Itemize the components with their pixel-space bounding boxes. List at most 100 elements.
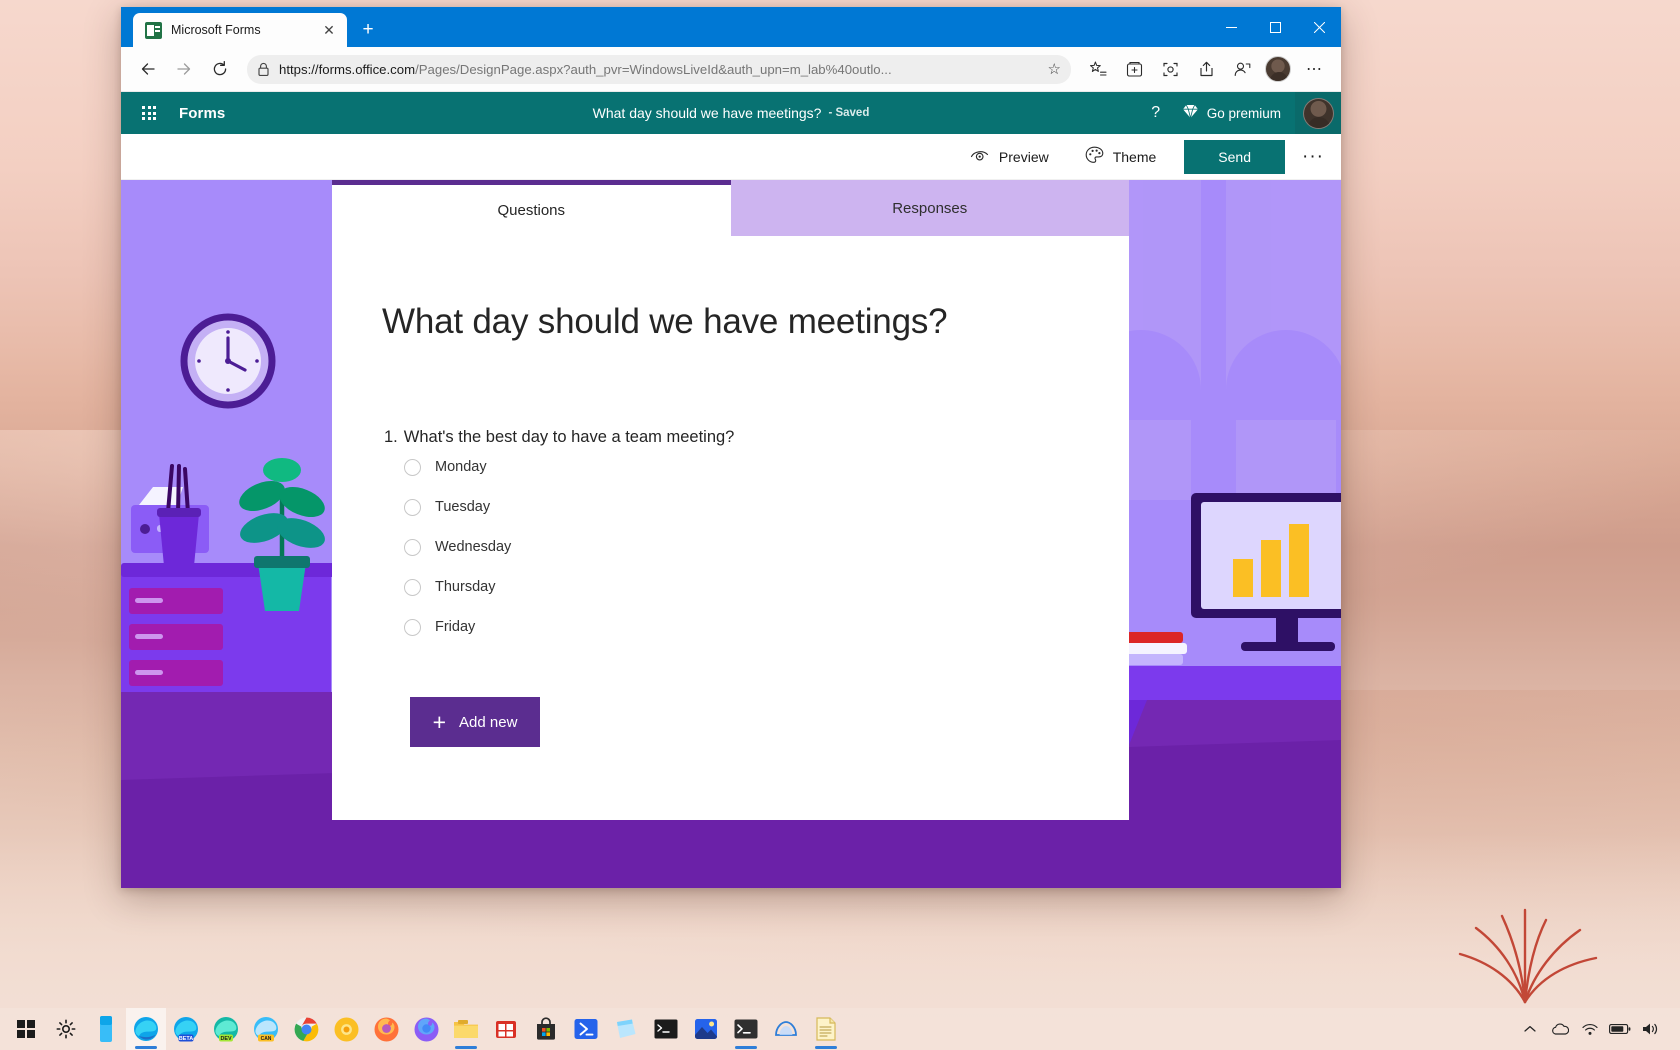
share-icon[interactable]	[1189, 52, 1223, 86]
screenshot-icon[interactable]	[1153, 52, 1187, 86]
form-card-body: What day should we have meetings? 1. Wha…	[332, 236, 1129, 820]
notepad-icon[interactable]	[806, 1008, 846, 1050]
microsoft-edge-canary-icon[interactable]: CAN	[246, 1008, 286, 1050]
form-heading[interactable]: What day should we have meetings?	[332, 302, 1129, 342]
window-controls	[1209, 7, 1341, 47]
svg-text:BETA: BETA	[179, 1036, 193, 1042]
network-icon[interactable]	[1576, 1008, 1604, 1050]
settings-icon[interactable]	[46, 1008, 86, 1050]
start-button[interactable]	[6, 1008, 46, 1050]
minimize-button[interactable]	[1209, 10, 1253, 44]
option-row[interactable]: Monday	[404, 447, 1079, 487]
tab-responses[interactable]: Responses	[731, 180, 1130, 236]
browser-titlebar: Microsoft Forms ✕ +	[121, 7, 1341, 47]
svg-text:DEV: DEV	[220, 1036, 231, 1042]
go-premium-button[interactable]: Go premium	[1176, 92, 1295, 134]
maximize-button[interactable]	[1253, 10, 1297, 44]
system-tray	[1516, 1008, 1674, 1050]
browser-essentials-icon[interactable]	[1225, 52, 1259, 86]
store-app-icon[interactable]	[86, 1008, 126, 1050]
close-window-button[interactable]	[1297, 10, 1341, 44]
command-prompt-icon[interactable]	[646, 1008, 686, 1050]
forms-brand-label[interactable]: Forms	[179, 105, 225, 122]
palette-icon	[1085, 146, 1104, 167]
option-row[interactable]: Thursday	[404, 567, 1079, 607]
forms-app: Forms What day should we have meetings? …	[121, 92, 1341, 888]
add-new-question-button[interactable]: + Add new	[410, 697, 540, 747]
volume-icon[interactable]	[1636, 1008, 1664, 1050]
forward-icon[interactable]	[167, 52, 201, 86]
google-chrome-icon[interactable]	[286, 1008, 326, 1050]
collections-icon[interactable]	[1117, 52, 1151, 86]
close-tab-icon[interactable]: ✕	[319, 20, 339, 40]
powershell-icon[interactable]	[566, 1008, 606, 1050]
tab-questions[interactable]: Questions	[332, 180, 731, 236]
send-button[interactable]: Send	[1184, 140, 1285, 174]
chrome-canary-icon[interactable]	[326, 1008, 366, 1050]
microsoft-store-2-icon[interactable]	[526, 1008, 566, 1050]
new-tab-button[interactable]: +	[353, 14, 383, 44]
form-title-text: What day should we have meetings?	[593, 105, 822, 121]
option-row[interactable]: Wednesday	[404, 527, 1079, 567]
firefox-icon[interactable]	[366, 1008, 406, 1050]
sticky-notes-icon[interactable]	[606, 1008, 646, 1050]
eye-icon	[970, 148, 990, 166]
microsoft-edge-dev-icon[interactable]: DEV	[206, 1008, 246, 1050]
show-hidden-icons[interactable]	[1516, 1008, 1544, 1050]
radio-icon[interactable]	[404, 539, 421, 556]
go-premium-label: Go premium	[1207, 106, 1281, 121]
browser-settings-more-icon[interactable]: ⋯	[1297, 52, 1331, 86]
photos-icon[interactable]	[686, 1008, 726, 1050]
windows-terminal-icon[interactable]	[726, 1008, 766, 1050]
tab-questions-label: Questions	[497, 202, 565, 219]
windows-taskbar: BETA DEV CAN	[0, 1008, 1680, 1050]
preview-label: Preview	[999, 149, 1049, 165]
favorites-icon[interactable]	[1081, 52, 1115, 86]
option-label: Wednesday	[435, 539, 511, 555]
microsoft-edge-beta-icon[interactable]: BETA	[166, 1008, 206, 1050]
address-bar[interactable]: https://forms.office.com/Pages/DesignPag…	[247, 55, 1071, 84]
battery-icon[interactable]	[1606, 1008, 1634, 1050]
paint-3d-icon[interactable]	[766, 1008, 806, 1050]
option-row[interactable]: Tuesday	[404, 487, 1079, 527]
file-explorer-icon[interactable]	[446, 1008, 486, 1050]
url-domain: https://forms.office.com	[279, 62, 415, 77]
question-1[interactable]: 1. What's the best day to have a team me…	[382, 428, 1079, 447]
url-path: /Pages/DesignPage.aspx?auth_pvr=WindowsL…	[415, 62, 892, 77]
firefox-nightly-icon[interactable]	[406, 1008, 446, 1050]
favorite-star-icon[interactable]: ☆	[1048, 60, 1061, 78]
question-number: 1.	[384, 428, 398, 447]
forms-header: Forms What day should we have meetings? …	[121, 92, 1341, 134]
forms-header-right: ? Go premium	[1136, 92, 1341, 134]
more-options-icon[interactable]: ···	[1293, 134, 1333, 180]
radio-icon[interactable]	[404, 499, 421, 516]
radio-icon[interactable]	[404, 619, 421, 636]
radio-icon[interactable]	[404, 459, 421, 476]
forms-command-bar: Preview Theme Send ···	[121, 134, 1341, 180]
app-launcher-icon[interactable]	[131, 96, 167, 130]
option-label: Friday	[435, 619, 475, 635]
option-row[interactable]: Friday	[404, 607, 1079, 647]
theme-button[interactable]: Theme	[1067, 134, 1175, 180]
theme-label: Theme	[1113, 149, 1157, 165]
question-text: What's the best day to have a team meeti…	[404, 428, 735, 447]
plus-icon: +	[433, 711, 446, 734]
browser-toolbar-icons: ⋯	[1081, 52, 1331, 86]
account-avatar[interactable]	[1295, 92, 1341, 134]
browser-tab[interactable]: Microsoft Forms ✕	[133, 13, 347, 47]
browser-navigation-bar: https://forms.office.com/Pages/DesignPag…	[121, 47, 1341, 92]
form-canvas: Questions Responses What day should we h…	[121, 180, 1341, 888]
preview-button[interactable]: Preview	[952, 134, 1067, 180]
browser-window: Microsoft Forms ✕ +	[121, 7, 1341, 888]
microsoft-store-icon[interactable]	[486, 1008, 526, 1050]
back-icon[interactable]	[131, 52, 165, 86]
help-icon[interactable]: ?	[1136, 92, 1176, 134]
radio-icon[interactable]	[404, 579, 421, 596]
browser-tab-title: Microsoft Forms	[171, 23, 310, 37]
form-save-state: - Saved	[828, 107, 869, 119]
microsoft-edge-icon[interactable]	[126, 1008, 166, 1050]
onedrive-icon[interactable]	[1546, 1008, 1574, 1050]
browser-profile-avatar[interactable]	[1265, 56, 1291, 82]
form-editor-card: Questions Responses What day should we h…	[332, 180, 1129, 820]
refresh-icon[interactable]	[203, 52, 237, 86]
